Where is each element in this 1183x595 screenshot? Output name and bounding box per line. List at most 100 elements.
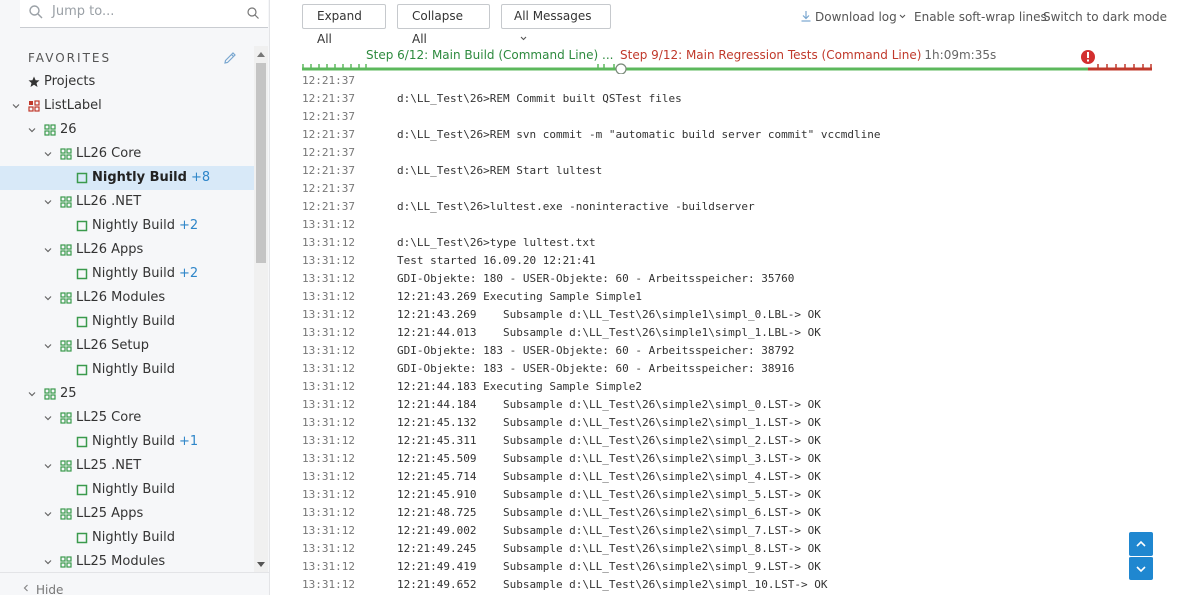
soft-wrap-toggle[interactable]: Enable soft-wrap lines <box>914 10 1047 24</box>
log-timestamp[interactable]: 13:31:12 <box>302 234 355 252</box>
log-timestamp[interactable]: 13:31:12 <box>302 468 355 486</box>
tree-item-build-config[interactable]: Nightly Build <box>0 478 254 502</box>
star-icon <box>28 76 40 87</box>
chevron-down-icon[interactable] <box>44 414 52 422</box>
chevron-down-icon[interactable] <box>28 126 36 134</box>
tree-item[interactable]: Projects <box>0 70 254 94</box>
expand-all-button[interactable]: Expand All <box>302 4 386 46</box>
scroll-to-top-button[interactable] <box>1129 532 1153 556</box>
log-timestamp[interactable]: 12:21:37 <box>302 90 355 108</box>
step-6-label[interactable]: Step 6/12: Main Build (Command Line) ... <box>366 48 613 62</box>
log-timestamp[interactable]: 12:21:37 <box>302 144 355 162</box>
pencil-icon[interactable] <box>222 50 238 66</box>
log-timestamp[interactable]: 13:31:12 <box>302 414 355 432</box>
tree-item[interactable]: LL26 .NET <box>0 190 254 214</box>
branch-count-badge[interactable]: +1 <box>179 434 198 449</box>
tree-item[interactable]: LL25 Apps <box>0 502 254 526</box>
tree-item[interactable]: LL25 .NET <box>0 454 254 478</box>
log-timestamp[interactable]: 13:31:12 <box>302 432 355 450</box>
chevron-down-icon[interactable] <box>44 462 52 470</box>
scroll-down-icon[interactable] <box>257 562 265 567</box>
log-timestamp[interactable]: 13:31:12 <box>302 306 355 324</box>
tree-item-build-config[interactable]: Nightly Build +8 <box>0 166 254 190</box>
tree-item[interactable]: LL26 Modules <box>0 286 254 310</box>
log-timestamp[interactable]: 12:21:37 <box>302 180 355 198</box>
log-timestamp[interactable]: 12:21:37 <box>302 126 355 144</box>
log-timestamp[interactable]: 13:31:12 <box>302 378 355 396</box>
log-message: 12:21:48.725 Subsample d:\LL_Test\26\sim… <box>397 506 821 519</box>
collapse-all-button[interactable]: Collapse All <box>397 4 490 46</box>
project-icon <box>28 100 40 112</box>
tree-item[interactable]: LL26 Apps <box>0 238 254 262</box>
log-timestamp[interactable]: 12:21:37 <box>302 108 355 126</box>
branch-count-badge[interactable]: +2 <box>179 218 198 233</box>
log-timestamp[interactable]: 13:31:12 <box>302 324 355 342</box>
scroll-to-bottom-button[interactable] <box>1129 556 1153 580</box>
log-timestamp[interactable]: 13:31:12 <box>302 540 355 558</box>
tree-item-build-config[interactable]: Nightly Build +1 <box>0 430 254 454</box>
log-timestamp[interactable]: 13:31:12 <box>302 216 355 234</box>
log-timestamp[interactable]: 13:31:12 <box>302 288 355 306</box>
tree-item-build-config[interactable]: Nightly Build <box>0 526 254 550</box>
tree-item[interactable]: 26 <box>0 118 254 142</box>
chevron-down-icon[interactable] <box>28 390 36 398</box>
chevron-down-icon[interactable] <box>44 510 52 518</box>
branch-count-badge[interactable]: +2 <box>179 266 198 281</box>
chevron-down-icon[interactable] <box>44 150 52 158</box>
tree-item[interactable]: 25 <box>0 382 254 406</box>
sidebar-scrollbar[interactable] <box>254 46 268 572</box>
download-log-link[interactable]: Download log <box>800 10 906 24</box>
log-message: 12:21:44.013 Subsample d:\LL_Test\26\sim… <box>397 326 821 339</box>
log-timestamp[interactable]: 13:31:12 <box>302 504 355 522</box>
tree-item[interactable]: ListLabel <box>0 94 254 118</box>
chevron-down-icon[interactable] <box>44 198 52 206</box>
tree-item[interactable]: LL25 Modules <box>0 550 254 572</box>
error-icon[interactable] <box>1081 50 1095 64</box>
log-timestamp[interactable]: 12:21:37 <box>302 198 355 216</box>
log-timestamp[interactable]: 12:21:37 <box>302 162 355 180</box>
log-message: d:\LL_Test\26>REM Commit built QSTest fi… <box>397 92 682 105</box>
tree-item-label: Nightly Build +2 <box>92 262 198 286</box>
log-timestamp[interactable]: 13:31:12 <box>302 486 355 504</box>
message-filter-dropdown[interactable]: All Messages <box>501 4 611 41</box>
scroll-up-icon[interactable] <box>257 52 265 57</box>
dark-mode-toggle[interactable]: Switch to dark mode <box>1043 10 1167 24</box>
chevron-down-icon[interactable] <box>44 558 52 566</box>
tree-item[interactable]: LL26 Setup <box>0 334 254 358</box>
log-timestamp[interactable]: 13:31:12 <box>302 396 355 414</box>
step-9-label[interactable]: Step 9/12: Main Regression Tests (Comman… <box>620 48 996 62</box>
tree-item[interactable]: LL26 Core <box>0 142 254 166</box>
log-message: 12:21:45.714 Subsample d:\LL_Test\26\sim… <box>397 470 821 483</box>
log-message: 12:21:49.419 Subsample d:\LL_Test\26\sim… <box>397 560 821 573</box>
log-message: 12:21:44.183 Executing Sample Simple2 <box>397 380 643 393</box>
build-step-timeline[interactable]: Step 6/12: Main Build (Command Line) ...… <box>302 44 1152 74</box>
tree-item[interactable]: LL25 Core <box>0 406 254 430</box>
log-timestamp[interactable]: 13:31:12 <box>302 522 355 540</box>
log-timestamp[interactable]: 13:31:12 <box>302 450 355 468</box>
tree-item-build-config[interactable]: Nightly Build +2 <box>0 262 254 286</box>
log-timestamp[interactable]: 13:31:12 <box>302 576 355 594</box>
search-input[interactable]: Jump to... <box>52 4 114 19</box>
branch-count-badge[interactable]: +8 <box>191 170 210 185</box>
chevron-down-icon[interactable] <box>44 294 52 302</box>
tree-item-build-config[interactable]: Nightly Build <box>0 310 254 334</box>
log-message: 12:21:49.245 Subsample d:\LL_Test\26\sim… <box>397 542 821 555</box>
search-submit-icon[interactable] <box>246 6 260 20</box>
log-message: 12:21:45.910 Subsample d:\LL_Test\26\sim… <box>397 488 821 501</box>
chevron-down-icon[interactable] <box>44 246 52 254</box>
tree-item-build-config[interactable]: Nightly Build +2 <box>0 214 254 238</box>
chevron-down-icon[interactable] <box>12 102 20 110</box>
log-timestamp[interactable]: 13:31:12 <box>302 342 355 360</box>
log-timestamp[interactable]: 12:21:37 <box>302 72 355 90</box>
search-box[interactable]: Jump to... <box>20 0 268 28</box>
hide-sidebar-button[interactable]: Hide <box>0 572 270 595</box>
tree-item-build-config[interactable]: Nightly Build <box>0 358 254 382</box>
tree-item-label-text: Nightly Build <box>92 218 175 233</box>
log-timestamp[interactable]: 13:31:12 <box>302 252 355 270</box>
chevron-down-icon[interactable] <box>44 342 52 350</box>
log-timestamp[interactable]: 13:31:12 <box>302 360 355 378</box>
log-timestamp[interactable]: 13:31:12 <box>302 270 355 288</box>
scrollbar-thumb[interactable] <box>256 63 266 263</box>
log-timestamp[interactable]: 13:31:12 <box>302 558 355 576</box>
log-message: 12:21:45.509 Subsample d:\LL_Test\26\sim… <box>397 452 821 465</box>
